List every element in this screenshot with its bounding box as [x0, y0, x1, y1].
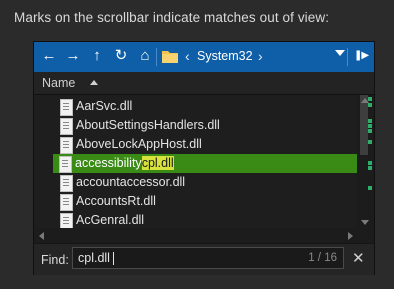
column-header-name[interactable]: Name: [42, 76, 75, 90]
file-name: AccountsRt.dll: [76, 194, 156, 208]
scroll-match-mark: [368, 97, 372, 101]
file-list: AarSvc.dll AboutSettingsHandlers.dll Abo…: [34, 95, 357, 228]
find-label: Find:: [41, 253, 69, 267]
list-item[interactable]: AccountsRt.dll: [54, 192, 357, 211]
sort-ascending-icon[interactable]: [90, 80, 98, 85]
list-item[interactable]: AarSvc.dll: [54, 97, 357, 116]
file-browser-window: ← → ↑ ↻ ⌂ ‹ System32 › ❚▶ Name AarSvc.dl…: [33, 41, 375, 275]
find-input-value: cpl.dll: [78, 251, 110, 265]
close-icon[interactable]: ✕: [352, 251, 365, 266]
scroll-right-icon[interactable]: [348, 232, 353, 240]
text-caret: [113, 252, 114, 265]
column-header: Name: [34, 72, 374, 95]
file-name: AboutSettingsHandlers.dll: [76, 118, 220, 132]
dll-file-icon: [60, 99, 73, 116]
dll-file-icon: [60, 213, 73, 228]
dll-file-icon: [60, 175, 73, 192]
home-icon[interactable]: ⌂: [136, 47, 154, 65]
scroll-match-mark: [368, 166, 372, 170]
file-name: accountaccessor.dll: [76, 175, 186, 189]
horizontal-scrollbar[interactable]: [34, 228, 374, 243]
match-count: 1 / 16: [308, 252, 337, 264]
forward-arrow-icon[interactable]: →: [64, 47, 82, 65]
preview-pane-icon[interactable]: ❚▶: [351, 47, 371, 65]
scroll-down-icon[interactable]: [361, 220, 369, 225]
list-item[interactable]: AcGenral.dll: [54, 211, 357, 228]
dll-file-icon: [60, 118, 73, 135]
toolbar: ← → ↑ ↻ ⌂ ‹ System32 › ❚▶: [34, 42, 374, 72]
caption-text: Marks on the scrollbar indicate matches …: [14, 10, 330, 25]
location-dropdown-icon[interactable]: [335, 50, 345, 56]
breadcrumb-left-chevron-icon[interactable]: ‹: [185, 47, 190, 65]
scroll-match-mark: [368, 161, 372, 165]
file-name: accessibilitycpl.dll: [75, 156, 174, 170]
file-name: AarSvc.dll: [76, 99, 133, 113]
breadcrumb-right-chevron-icon[interactable]: ›: [258, 47, 263, 65]
list-item[interactable]: accountaccessor.dll: [54, 173, 357, 192]
vertical-scrollbar[interactable]: [357, 95, 374, 228]
dll-file-icon: [60, 194, 73, 211]
dll-file-icon: [59, 156, 72, 173]
scrollbar-thumb[interactable]: [360, 95, 368, 155]
scroll-match-mark: [368, 140, 372, 144]
back-arrow-icon[interactable]: ←: [40, 47, 58, 65]
refresh-icon[interactable]: ↻: [112, 47, 130, 65]
list-item[interactable]: AboutSettingsHandlers.dll: [54, 116, 357, 135]
find-input[interactable]: cpl.dll 1 / 16: [72, 247, 344, 269]
scroll-left-icon[interactable]: [39, 232, 44, 240]
scroll-match-mark: [368, 103, 372, 107]
dll-file-icon: [60, 137, 73, 154]
breadcrumb-location[interactable]: System32: [197, 49, 253, 63]
scroll-match-mark: [368, 129, 372, 133]
file-name: AboveLockAppHost.dll: [76, 137, 202, 151]
find-bar: Find: cpl.dll 1 / 16 ✕: [34, 243, 374, 275]
file-name: AcGenral.dll: [76, 213, 145, 227]
scroll-match-mark: [368, 119, 372, 123]
up-arrow-icon[interactable]: ↑: [88, 47, 106, 65]
scroll-match-mark: [368, 186, 372, 190]
list-item[interactable]: AboveLockAppHost.dll: [54, 135, 357, 154]
match-highlight: cpl.dll: [141, 156, 174, 170]
folder-icon: [162, 51, 178, 63]
list-item-selected[interactable]: accessibilitycpl.dll: [53, 154, 357, 173]
file-name-prefix: accessibility: [75, 156, 142, 170]
scroll-match-mark: [368, 124, 372, 128]
